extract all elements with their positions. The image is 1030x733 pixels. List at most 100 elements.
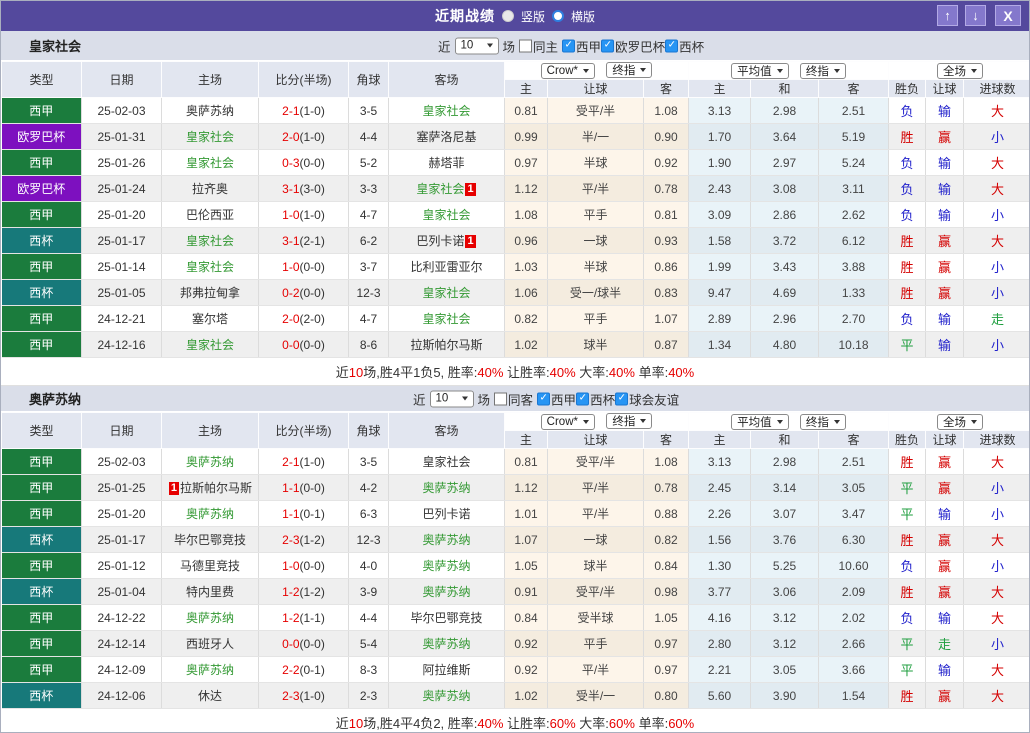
fulltime-score: 1-1 [282, 480, 300, 495]
filter-label: 欧罗巴杯 [615, 40, 666, 54]
radio-horizontal-layout[interactable] [552, 10, 564, 22]
handicap-line: 受半/一 [547, 682, 644, 709]
home-team-name: 皇家社会 [185, 260, 234, 274]
average-source-select[interactable]: 平均值 [731, 413, 789, 430]
average-time-select[interactable]: 终指 [799, 413, 846, 430]
home-team-name: 拉斯帕尔马斯 [180, 481, 253, 495]
odds-time-select[interactable]: 终指 [606, 62, 653, 78]
away-team: 皇家社会 [388, 201, 505, 228]
avg-away: 2.09 [818, 578, 889, 605]
scroll-up-button[interactable]: ↑ [937, 5, 958, 26]
odds-away: 0.78 [643, 474, 689, 501]
odds-home: 0.92 [504, 656, 548, 683]
same-venue-checkbox[interactable]: 同客 [494, 389, 533, 408]
home-team-name: 拉齐奥 [191, 182, 228, 196]
odds-source-select[interactable]: Crow* [540, 63, 595, 79]
league-filter-checkbox[interactable]: 西杯 [665, 36, 704, 55]
odds-away: 1.08 [643, 448, 689, 475]
avg-home: 4.16 [688, 604, 751, 631]
score-cell: 0-0(0-0) [258, 630, 349, 657]
away-team: 巴列卡诺 1 [388, 227, 505, 254]
window-buttons: ↑ ↓ X [937, 5, 1021, 26]
away-team: 比利亚雷亚尔 [388, 253, 505, 280]
filter-label: 西杯 [590, 393, 616, 407]
chevron-down-icon [640, 68, 647, 72]
match-row: 西甲 24-12-22 奥萨苏纳 1-2(1-1) 4-4 毕尔巴鄂竞技 0.84 受半球 1.… [1, 604, 1029, 631]
same-venue-label: 同客 [508, 393, 534, 407]
avg-home: 1.30 [688, 552, 751, 579]
scroll-down-button[interactable]: ↓ [965, 5, 986, 26]
odds-home: 0.92 [504, 630, 548, 657]
team-panel: 奥萨苏纳 近 10 场 同客 西甲西杯球会友谊 类型 日期 主场 [1, 386, 1029, 732]
average-source-select[interactable]: 平均值 [731, 62, 789, 79]
radio-vertical-layout[interactable] [501, 10, 514, 22]
window-title: 近期战绩 [434, 8, 495, 24]
home-team-name: 邦弗拉甸拿 [179, 286, 240, 300]
odds-source-select[interactable]: Crow* [540, 414, 595, 430]
odds-home: 0.96 [504, 227, 548, 254]
avg-draw: 2.98 [750, 448, 819, 475]
halftime-score: (2-0) [299, 311, 325, 326]
odds-away: 0.92 [643, 149, 689, 176]
league-filter-checkbox[interactable]: 球会友谊 [615, 389, 679, 408]
avg-draw: 3.72 [750, 227, 819, 254]
odds-home: 0.82 [504, 305, 548, 332]
avg-draw: 3.08 [750, 175, 819, 202]
league-filters: 西甲欧罗巴杯西杯 [562, 36, 704, 55]
matches-label: 场 [502, 40, 516, 54]
avg-away: 10.18 [818, 331, 889, 358]
away-team: 皇家社会 1 [388, 175, 505, 202]
chevron-down-icon [776, 419, 783, 424]
column-header-corner: 角球 [348, 412, 389, 449]
type-cell: 西甲 [1, 604, 82, 631]
corner-count: 3-7 [348, 253, 389, 280]
close-button[interactable]: X [995, 5, 1021, 26]
league-filter-checkbox[interactable]: 西甲 [537, 389, 576, 408]
odds-time-select[interactable]: 终指 [606, 413, 653, 429]
matches-table: 类型 日期 主场 比分(半场) 角球 客场 Crow* 终指 平均值 终指 全场… [1, 412, 1029, 709]
away-team-name: 阿拉维斯 [422, 663, 471, 677]
odds-away: 1.08 [643, 97, 689, 124]
result-handicap: 输 [925, 656, 964, 683]
same-venue-checkbox[interactable]: 同主 [519, 36, 558, 55]
halftime-score: (0-0) [299, 480, 325, 495]
type-cell: 西杯 [1, 526, 82, 553]
score-cell: 0-0(0-0) [258, 331, 349, 358]
avg-home: 1.58 [688, 227, 751, 254]
games-count-select[interactable]: 10 [429, 390, 474, 407]
average-time-select[interactable]: 终指 [799, 62, 846, 79]
match-row: 西甲 25-01-12 马德里竞技 1-0(0-0) 4-0 奥萨苏纳 1.05 球半 0.84… [1, 552, 1029, 579]
away-team-name: 皇家社会 [422, 286, 471, 300]
avg-draw: 5.25 [750, 552, 819, 579]
scope-select[interactable]: 全场 [937, 62, 983, 79]
games-count-select[interactable]: 10 [454, 37, 499, 54]
away-team: 奥萨苏纳 [388, 578, 505, 605]
home-team: 拉齐奥 [161, 175, 259, 202]
halftime-score: (0-1) [299, 506, 325, 521]
column-header-odds-away: 客 [643, 430, 689, 449]
result-handicap: 输 [925, 201, 964, 228]
average-time-value: 终指 [805, 416, 829, 429]
result-winlose: 胜 [888, 227, 926, 254]
league-filter-checkbox[interactable]: 西甲 [562, 36, 601, 55]
type-cell: 西杯 [1, 279, 82, 306]
score-cell: 3-1(3-0) [258, 175, 349, 202]
odds-away: 0.93 [643, 227, 689, 254]
competition-type-badge: 西甲 [1, 254, 81, 279]
result-goals: 大 [963, 175, 1029, 202]
odds-away: 1.05 [643, 604, 689, 631]
odds-select-group: Crow* 终指 [504, 412, 689, 431]
summary-segment: 60% [668, 716, 695, 731]
fulltime-score: 1-0 [282, 558, 300, 573]
scope-select[interactable]: 全场 [937, 413, 983, 430]
avg-home: 2.80 [688, 630, 751, 657]
league-filter-checkbox[interactable]: 欧罗巴杯 [601, 36, 665, 55]
odds-home: 1.08 [504, 201, 548, 228]
league-filter-checkbox[interactable]: 西杯 [576, 389, 615, 408]
team-panel: 皇家社会 近 10 场 同主 西甲欧罗巴杯西杯 类型 日期 主场 [1, 31, 1029, 386]
score-cell: 1-0(0-0) [258, 253, 349, 280]
chevron-down-icon [776, 68, 783, 73]
avg-home: 1.56 [688, 526, 751, 553]
corner-count: 5-2 [348, 149, 389, 176]
fulltime-score: 0-0 [282, 636, 300, 651]
